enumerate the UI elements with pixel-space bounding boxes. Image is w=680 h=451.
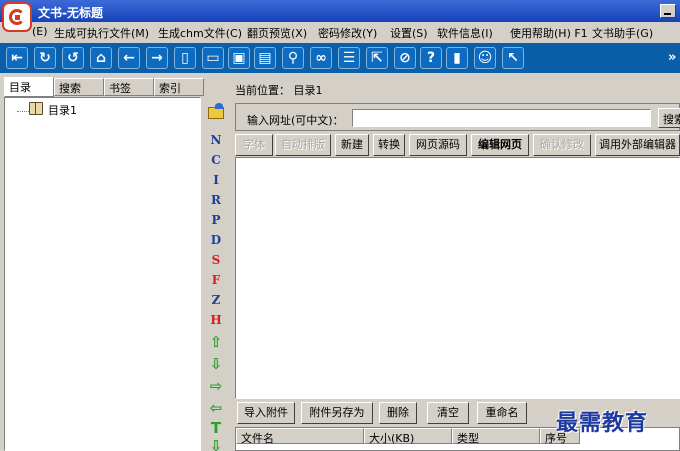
- move-down-icon[interactable]: ⇩: [203, 355, 229, 373]
- open-folder-button[interactable]: [203, 101, 229, 125]
- menu-password[interactable]: 密码修改(Y): [318, 25, 377, 41]
- url-group: 输入网址(可中文)： 搜索: [235, 103, 680, 131]
- window-title: 文书-无标题: [38, 6, 103, 20]
- menu-edit[interactable]: (E): [32, 25, 48, 38]
- strip-button-d[interactable]: D: [203, 233, 229, 247]
- main-toolbar: ⇤ ↻ ↺ ⌂ ← → ▯ ▭ ▣ ▤ ⚲ ∞ ☰ ⇱ ⊘ ? ▮ ☺ ↖ »: [0, 43, 680, 73]
- undo-icon[interactable]: ↺: [62, 47, 84, 69]
- open-icon[interactable]: ▭: [202, 47, 224, 69]
- menu-page-preview[interactable]: 翻页预览(X): [247, 25, 307, 41]
- menu-software-info[interactable]: 软件信息(I): [437, 25, 493, 41]
- save-icon[interactable]: ▣: [228, 47, 250, 69]
- export-icon[interactable]: ⇱: [366, 47, 388, 69]
- auto-layout-button[interactable]: 自动排版: [275, 134, 331, 156]
- move-up-icon[interactable]: ⇧: [203, 333, 229, 351]
- strip-button-r[interactable]: R: [203, 193, 229, 207]
- smiley-icon[interactable]: ☺: [474, 47, 496, 69]
- url-label: 输入网址(可中文)：: [247, 114, 344, 127]
- save-as-icon[interactable]: ▤: [254, 47, 276, 69]
- toolbar-overflow-icon[interactable]: »: [668, 50, 676, 65]
- delete-attachment-button[interactable]: 删除: [379, 402, 417, 424]
- move-bottom-icon[interactable]: ⇩: [203, 437, 229, 451]
- convert-button[interactable]: 转换: [373, 134, 405, 156]
- help-icon[interactable]: ?: [420, 47, 442, 69]
- tab-index[interactable]: 索引: [154, 78, 204, 96]
- column-type[interactable]: 类型: [452, 428, 540, 445]
- tree-item-root[interactable]: 目录1: [48, 102, 77, 118]
- strip-button-n[interactable]: N: [203, 133, 229, 147]
- column-size[interactable]: 大小(KB): [364, 428, 452, 445]
- edit-page-button[interactable]: 编辑网页: [471, 134, 529, 156]
- cursor-icon[interactable]: ↖: [502, 47, 524, 69]
- minimize-button[interactable]: [660, 4, 676, 18]
- content-editor[interactable]: [235, 157, 680, 399]
- vertical-button-strip: N C I R P D S F Z H ⇧ ⇩ ⇨ ⇦ T ⇩: [203, 97, 229, 451]
- page-source-button[interactable]: 网页源码: [409, 134, 467, 156]
- bookmark-icon[interactable]: ▮: [446, 47, 468, 69]
- contents-tree[interactable]: 目录1: [4, 97, 201, 451]
- menu-assistant[interactable]: 文书助手(G): [592, 25, 653, 41]
- strip-button-i[interactable]: I: [203, 173, 229, 187]
- search-icon[interactable]: ⚲: [282, 47, 304, 69]
- indent-icon[interactable]: ⇨: [203, 377, 229, 395]
- document-icon[interactable]: ☰: [338, 47, 360, 69]
- new-page-icon[interactable]: ▯: [174, 47, 196, 69]
- strip-button-c[interactable]: C: [203, 153, 229, 167]
- compass-icon[interactable]: ⊘: [394, 47, 416, 69]
- strip-button-s[interactable]: S: [203, 253, 229, 267]
- import-attachment-button[interactable]: 导入附件: [237, 402, 295, 424]
- link-icon[interactable]: ∞: [310, 47, 332, 69]
- confirm-edit-button[interactable]: 确认修改: [533, 134, 591, 156]
- strip-button-f[interactable]: F: [203, 273, 229, 287]
- app-logo-icon: [2, 2, 32, 32]
- title-bar[interactable]: 文书-无标题: [0, 0, 680, 22]
- font-button[interactable]: 字体: [235, 134, 273, 156]
- back-icon[interactable]: ←: [118, 47, 140, 69]
- search-button[interactable]: 搜索: [658, 108, 680, 128]
- menu-help[interactable]: 使用帮助(H) F1: [510, 25, 588, 41]
- app-window: 文书-无标题 (E) 生成可执行文件(M) 生成chm文件(C) 翻页预览(X)…: [0, 0, 680, 451]
- refresh-icon[interactable]: ↻: [34, 47, 56, 69]
- editor-toolbar: 字体 自动排版 新建 转换 网页源码 编辑网页 确认修改 调用外部编辑器: [235, 134, 680, 156]
- left-tabs: 目录 搜索 书签 索引: [4, 77, 204, 97]
- menu-generate-chm[interactable]: 生成chm文件(C): [158, 25, 242, 41]
- move-top-icon[interactable]: T: [203, 419, 229, 437]
- book-icon: [29, 102, 43, 115]
- import-icon[interactable]: ⇤: [6, 47, 28, 69]
- tab-search[interactable]: 搜索: [54, 78, 104, 96]
- forward-icon[interactable]: →: [146, 47, 168, 69]
- clear-attachments-button[interactable]: 清空: [427, 402, 469, 424]
- external-editor-button[interactable]: 调用外部编辑器: [595, 134, 680, 156]
- save-attachment-as-button[interactable]: 附件另存为: [301, 402, 373, 424]
- column-filename[interactable]: 文件名: [236, 428, 364, 445]
- rename-attachment-button[interactable]: 重命名: [477, 402, 527, 424]
- strip-button-z[interactable]: Z: [203, 293, 229, 307]
- folder-icon: [208, 103, 224, 119]
- home-icon[interactable]: ⌂: [90, 47, 112, 69]
- tab-contents[interactable]: 目录: [4, 77, 54, 97]
- new-button[interactable]: 新建: [335, 134, 369, 156]
- strip-button-h[interactable]: H: [203, 313, 229, 327]
- menu-generate-exe[interactable]: 生成可执行文件(M): [54, 25, 149, 41]
- strip-button-p[interactable]: P: [203, 213, 229, 227]
- tab-bookmarks[interactable]: 书签: [104, 78, 154, 96]
- logo-dot: [15, 15, 20, 20]
- url-input[interactable]: [352, 109, 651, 127]
- watermark: 最需教育: [556, 410, 649, 436]
- menu-settings[interactable]: 设置(S): [390, 25, 428, 41]
- outdent-icon[interactable]: ⇦: [203, 399, 229, 417]
- current-location: 当前位置： 目录1: [235, 84, 323, 97]
- menu-bar: (E) 生成可执行文件(M) 生成chm文件(C) 翻页预览(X) 密码修改(Y…: [0, 22, 680, 42]
